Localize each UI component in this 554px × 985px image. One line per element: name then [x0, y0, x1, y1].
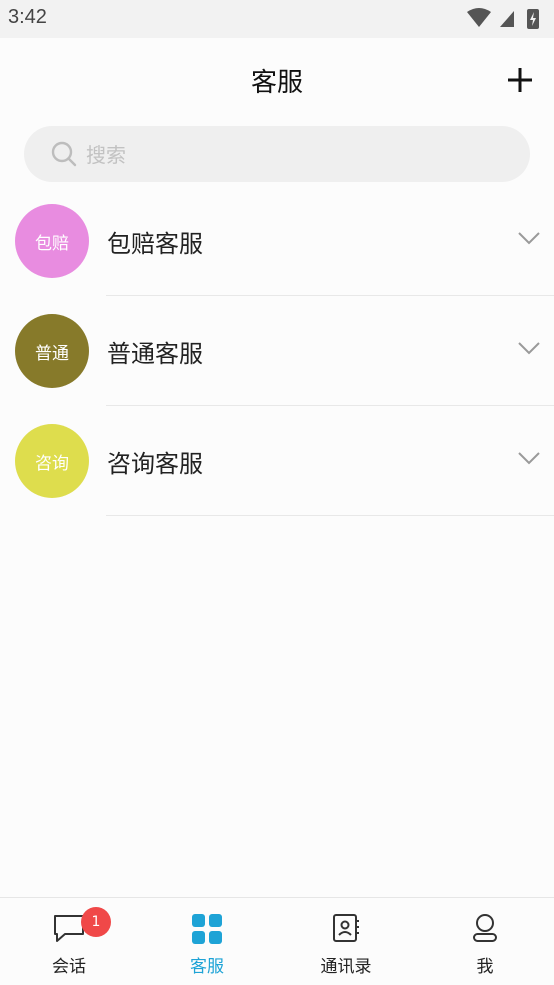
avatar-text: 普通: [35, 343, 69, 364]
tab-customer-service[interactable]: 客服: [138, 898, 276, 985]
status-bar: 3:42: [0, 0, 554, 38]
add-button[interactable]: [506, 66, 534, 94]
avatar-text: 包赔: [35, 233, 69, 254]
search-icon: [50, 140, 78, 172]
avatar: 包赔: [15, 204, 89, 278]
status-icons: [464, 7, 546, 35]
tab-label: 客服: [190, 957, 224, 977]
avatar: 咨询: [15, 424, 89, 498]
grid-icon: [192, 914, 222, 944]
divider: [106, 515, 554, 516]
list-item-label: 普通客服: [107, 340, 203, 368]
chevron-down-icon[interactable]: [518, 452, 540, 466]
signal-icon: [500, 11, 514, 27]
list-item-baopei[interactable]: 包赔 包赔客服: [0, 186, 554, 296]
avatar-text: 咨询: [35, 453, 69, 474]
list-item-putong[interactable]: 普通 普通客服: [0, 296, 554, 406]
list-item-label: 咨询客服: [107, 450, 203, 478]
bottom-tab-bar: 1 会话 客服 通讯录 我: [0, 897, 554, 985]
list-item-zixun[interactable]: 咨询 咨询客服: [0, 406, 554, 516]
plus-icon: [508, 68, 532, 92]
person-icon: [473, 914, 497, 942]
chevron-down-icon[interactable]: [518, 342, 540, 356]
search-input[interactable]: [84, 126, 508, 184]
page-title: 客服: [250, 68, 303, 98]
header: 客服: [0, 38, 554, 122]
tab-label: 会话: [52, 957, 86, 977]
unread-badge: 1: [81, 907, 111, 937]
search-box[interactable]: [24, 126, 530, 184]
avatar: 普通: [15, 314, 89, 388]
tab-label: 我: [476, 957, 494, 977]
wifi-icon: [467, 8, 491, 27]
tab-contacts[interactable]: 通讯录: [277, 898, 415, 985]
list-item-label: 包赔客服: [107, 230, 203, 258]
service-group-list: 包赔 包赔客服 普通 普通客服 咨询 咨询客服: [0, 186, 554, 516]
tab-label: 通讯录: [320, 957, 372, 977]
tab-conversations[interactable]: 1 会话: [0, 898, 138, 985]
chevron-down-icon[interactable]: [518, 232, 540, 246]
status-time: 3:42: [8, 6, 47, 28]
tab-me[interactable]: 我: [416, 898, 554, 985]
contacts-book-icon: [333, 914, 359, 942]
